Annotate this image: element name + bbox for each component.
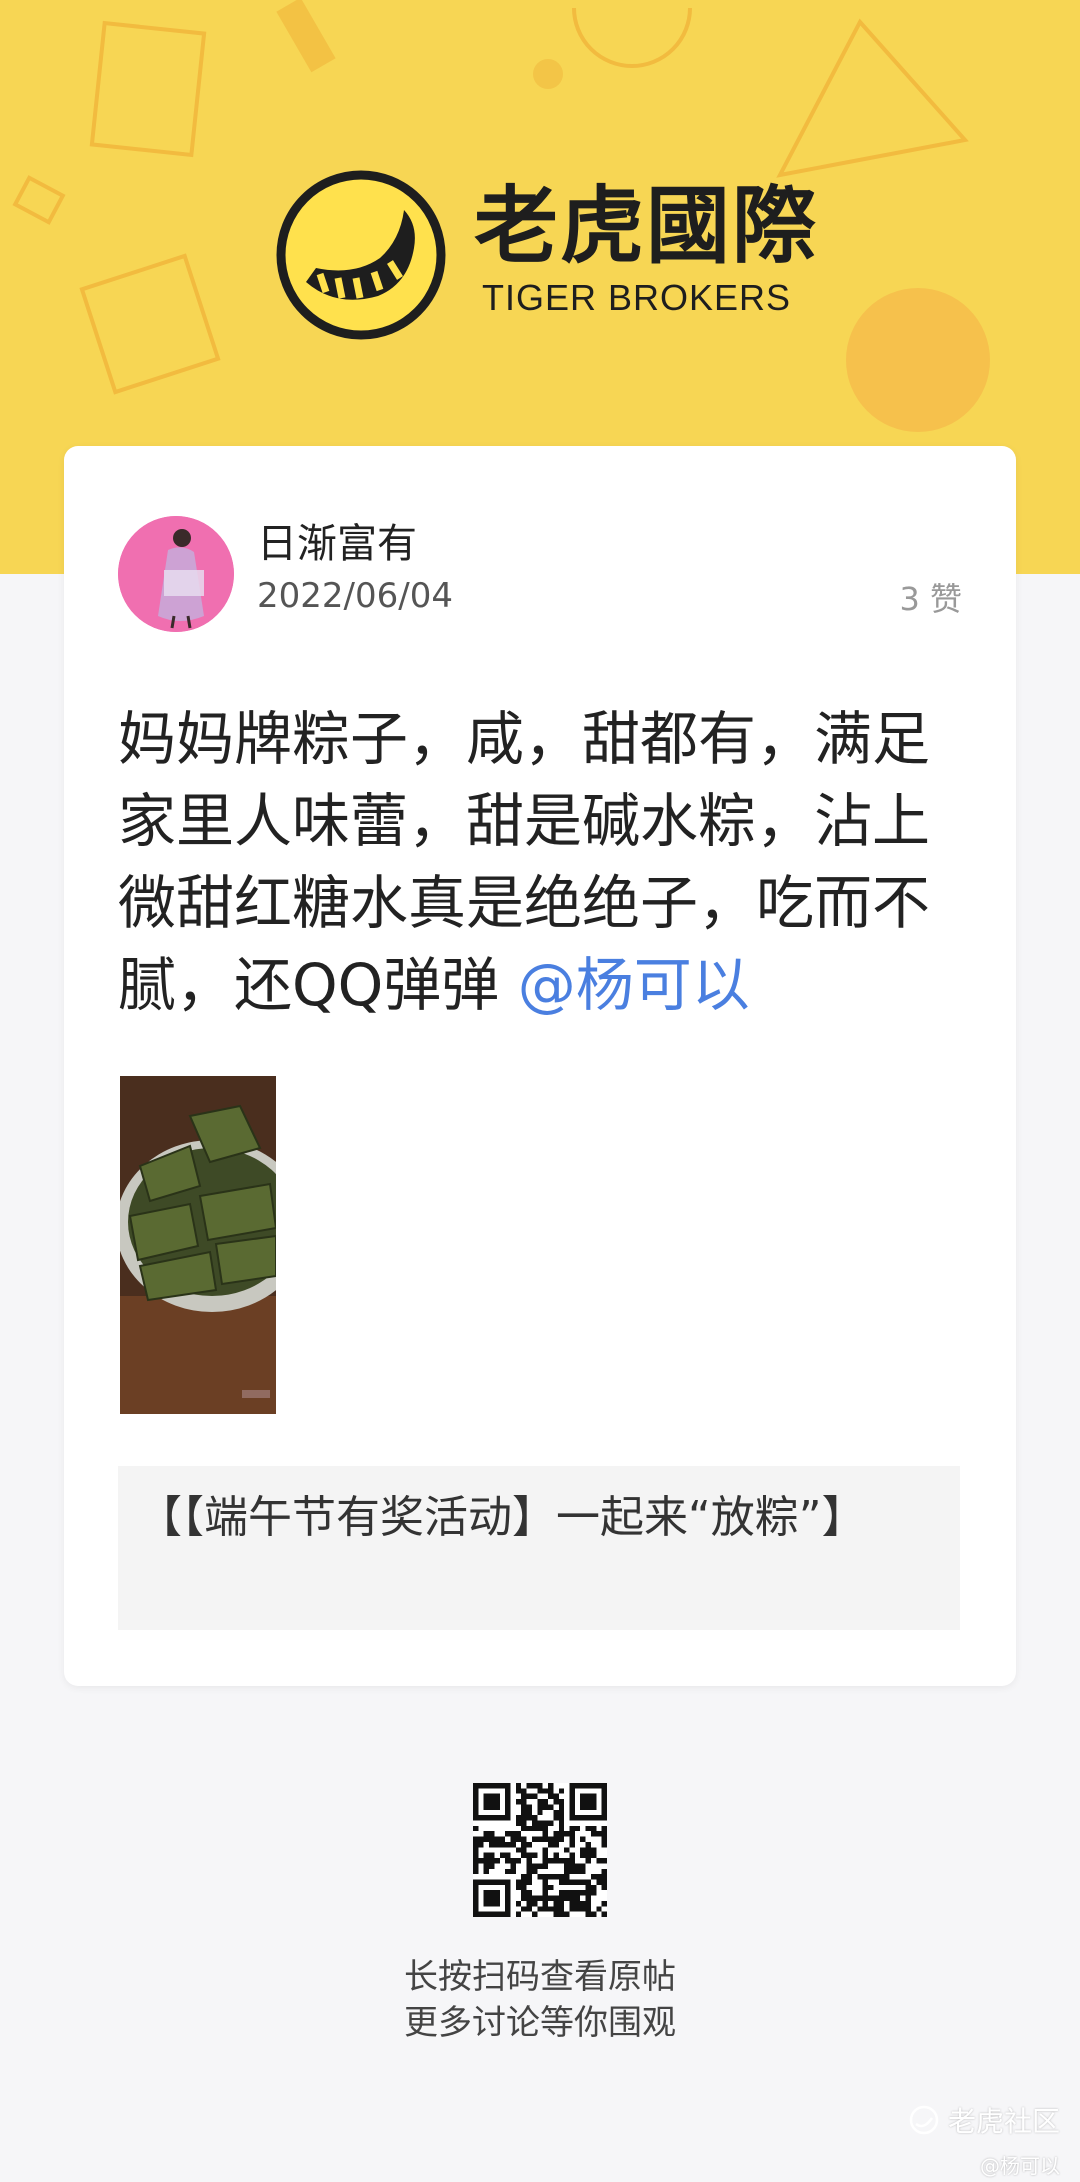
post-content: 妈妈牌粽子，咸，甜都有，满足家里人味蕾，甜是碱水粽，沾上微甜红糖水真是绝绝子，吃… — [118, 698, 978, 1026]
avatar[interactable] — [118, 516, 234, 632]
footer-watermark: 老虎社区 — [908, 2100, 1060, 2140]
brand-name-en: TIGER BROKERS — [482, 277, 792, 318]
author-name[interactable]: 日渐富有 — [257, 522, 417, 566]
brand-name-cn: 老虎國際 — [474, 177, 819, 275]
qr-caption-line2: 更多讨论等你围观 — [404, 2003, 676, 2043]
post-date: 2022/06/04 — [257, 576, 453, 616]
tiger-logo-icon — [276, 170, 446, 340]
post-card[interactable]: 日渐富有 2022/06/04 3 赞 妈妈牌粽子，咸，甜都有，满足家里人味蕾，… — [64, 446, 1016, 1686]
topic-title: 【【端午节有奖活动】一起来“放粽”】 — [138, 1492, 866, 1543]
qr-code[interactable] — [473, 1783, 607, 1917]
mention-link[interactable]: @杨可以 — [518, 951, 750, 1019]
post-image[interactable] — [120, 1076, 276, 1414]
qr-caption-line1: 长按扫码查看原帖 — [404, 1957, 676, 1997]
footer-handle: @杨可以 — [980, 2154, 1060, 2178]
qr-caption: 长按扫码查看原帖 更多讨论等你围观 — [0, 1954, 1080, 2046]
topic-tag[interactable]: 【【端午节有奖活动】一起来“放粽”】 — [118, 1466, 960, 1630]
zongzi-photo — [120, 1076, 276, 1414]
community-logo-icon — [909, 2105, 939, 2135]
brand-lockup: 老虎國際 TIGER BROKERS — [276, 168, 836, 340]
footer-brand-name: 老虎社区 — [947, 2105, 1060, 2138]
like-count[interactable]: 3 赞 — [899, 581, 962, 617]
